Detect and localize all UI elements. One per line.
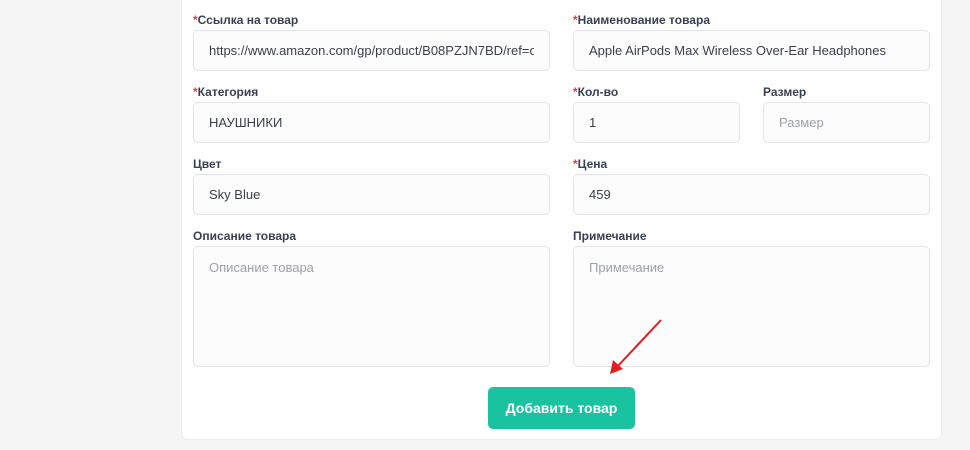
product-name-input[interactable] xyxy=(573,30,930,71)
price-label: *Цена xyxy=(573,157,608,171)
add-product-button[interactable]: Добавить товар xyxy=(488,387,635,429)
quantity-input[interactable] xyxy=(573,102,740,143)
size-label: Размер xyxy=(763,85,807,99)
product-name-label: *Наименование товара xyxy=(573,13,710,27)
product-link-input[interactable] xyxy=(193,30,550,71)
price-input[interactable] xyxy=(573,174,930,215)
quantity-label: *Кол-во xyxy=(573,85,619,99)
size-input[interactable] xyxy=(763,102,930,143)
category-label: *Категория xyxy=(193,85,259,99)
color-label: Цвет xyxy=(193,157,222,171)
product-link-label: *Ссылка на товар xyxy=(193,13,299,27)
red-arrow-icon xyxy=(610,319,662,374)
description-textarea[interactable] xyxy=(193,246,550,367)
description-label: Описание товара xyxy=(193,229,297,243)
category-input[interactable] xyxy=(193,102,550,143)
note-label: Примечание xyxy=(573,229,647,243)
color-input[interactable] xyxy=(193,174,550,215)
